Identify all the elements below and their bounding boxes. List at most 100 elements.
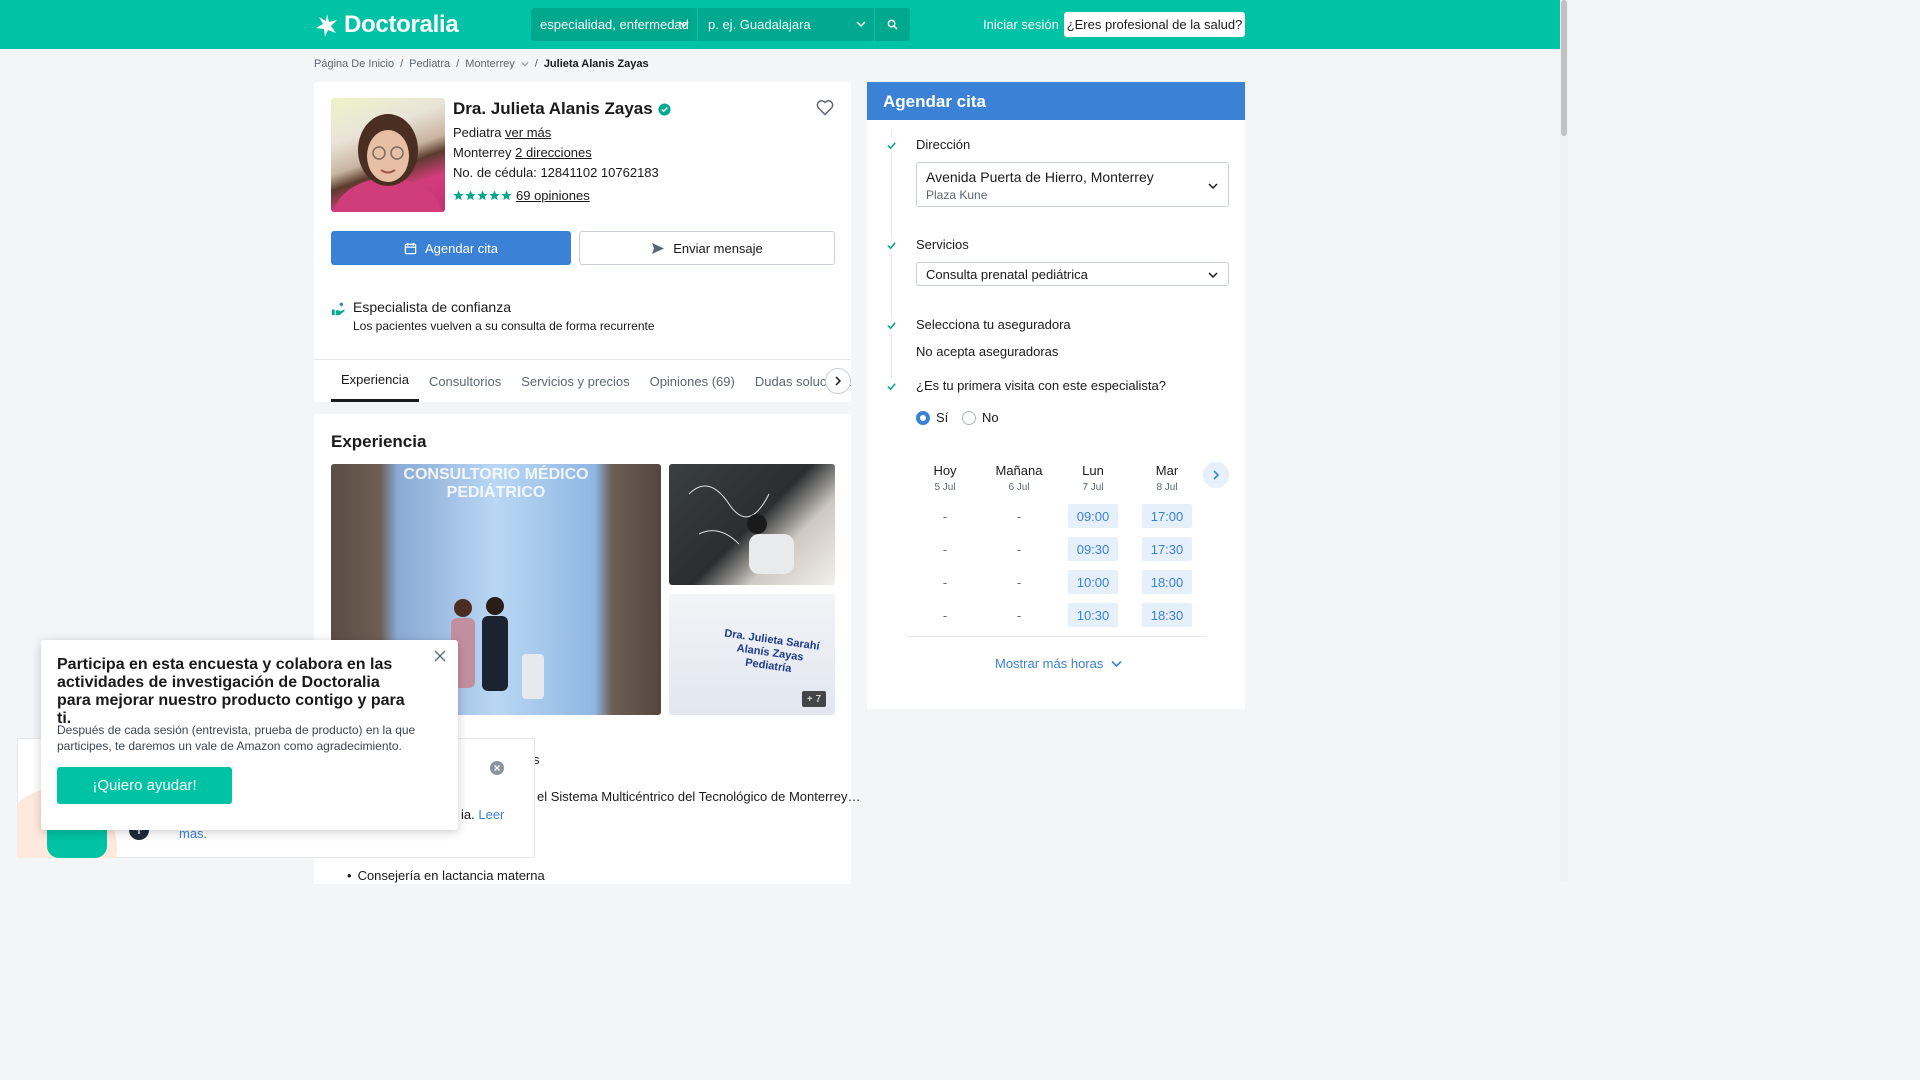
close-icon[interactable] xyxy=(490,761,504,778)
no-slot-placeholder: - xyxy=(942,541,948,557)
see-more-link[interactable]: ver más xyxy=(505,125,551,140)
chevron-right-icon xyxy=(835,376,842,386)
tab-services-prices[interactable]: Servicios y precios xyxy=(511,360,639,402)
survey-accept-button[interactable]: ¡Quiero ayudar! xyxy=(57,767,232,804)
radio-no-label: No xyxy=(982,410,999,425)
specialty-search-input[interactable]: especialidad, enfermedad xyxy=(531,8,697,41)
survey-popup: Participa en esta encuesta y colabora en… xyxy=(41,640,458,830)
show-more-hours-link[interactable]: Mostrar más horas xyxy=(995,656,1122,671)
office-sign-line-2: PEDIÁTRICO xyxy=(446,484,546,501)
tab-offices[interactable]: Consultorios xyxy=(419,360,511,402)
first-visit-no-radio[interactable]: No xyxy=(962,410,999,425)
chalkboard-photo-illustration xyxy=(688,485,794,574)
address-select[interactable]: Avenida Puerta de Hierro, Monterrey Plaz… xyxy=(916,162,1229,207)
breadcrumb: Página De Inicio / Pediatra / Monterrey / … xyxy=(314,58,649,70)
chat-promo-fragment: ia. xyxy=(461,807,475,822)
star-icon xyxy=(477,190,488,201)
calendar-next-button[interactable] xyxy=(1203,462,1229,488)
time-slot-button[interactable]: 10:30 xyxy=(1068,603,1118,627)
tabs-scroll-right-button[interactable] xyxy=(825,368,851,394)
specialty-line: Pediatra ver más xyxy=(453,125,551,140)
time-slot-button[interactable]: 18:30 xyxy=(1142,603,1192,627)
time-slot-button[interactable]: 09:30 xyxy=(1068,537,1118,561)
reviews-link[interactable]: 69 opiniones xyxy=(516,188,590,203)
time-slot-button[interactable]: 10:00 xyxy=(1068,570,1118,594)
show-more-hours-label: Mostrar más horas xyxy=(995,656,1104,671)
specialty-placeholder: especialidad, enfermedad xyxy=(540,17,689,32)
booking-panel-title: Agendar cita xyxy=(867,82,1245,120)
step-check-icon xyxy=(884,379,899,394)
scrollbar-thumb[interactable] xyxy=(1561,0,1567,136)
list-item-text: Consejería en lactancia materna xyxy=(357,868,545,883)
star-icon xyxy=(465,190,476,201)
calendar-day-name: Lun xyxy=(1082,463,1104,478)
location-placeholder: p. ej. Guadalajara xyxy=(708,17,811,32)
calendar-day-date: 5 Jul xyxy=(934,482,956,493)
star-icon xyxy=(489,190,500,201)
book-button-label: Agendar cita xyxy=(425,240,498,256)
more-photos-badge[interactable]: + 7 xyxy=(802,691,826,707)
star-icon xyxy=(501,190,512,201)
rating-row[interactable]: 69 opiniones xyxy=(453,188,590,203)
location-line: Monterrey 2 direcciones xyxy=(453,145,592,160)
service-select[interactable]: Consulta prenatal pediátrica xyxy=(916,262,1229,286)
chevron-down-icon[interactable] xyxy=(521,60,529,68)
chevron-down-icon xyxy=(856,21,866,28)
first-visit-yes-radio[interactable]: Sí xyxy=(916,410,948,425)
tab-reviews[interactable]: Opiniones (69) xyxy=(640,360,745,402)
calendar-fade-divider xyxy=(907,636,1207,644)
bullet-dot: • xyxy=(347,868,352,883)
chevron-right-icon xyxy=(1213,470,1220,480)
favorite-heart-icon[interactable] xyxy=(816,99,834,119)
no-slot-placeholder: - xyxy=(1016,574,1022,590)
address-label: Dirección xyxy=(916,137,971,152)
chevron-down-icon xyxy=(1111,660,1122,667)
tab-experience[interactable]: Experiencia xyxy=(331,360,419,402)
time-slot-button[interactable]: 17:30 xyxy=(1142,537,1192,561)
step-check-icon xyxy=(884,238,899,253)
time-slot-button[interactable]: 17:00 xyxy=(1142,504,1192,528)
addresses-link[interactable]: 2 direcciones xyxy=(515,145,592,160)
star-icon xyxy=(453,190,464,201)
chevron-down-icon xyxy=(679,21,689,28)
time-slot-button[interactable]: 09:00 xyxy=(1068,504,1118,528)
step-check-icon xyxy=(884,138,899,153)
insurance-label: Selecciona tu aseguradora xyxy=(916,317,1071,332)
doctor-photo[interactable] xyxy=(331,98,445,212)
service-selected: Consulta prenatal pediátrica xyxy=(926,267,1088,282)
message-button-label: Enviar mensaje xyxy=(673,240,763,256)
no-slot-placeholder: - xyxy=(942,508,948,524)
breadcrumb-separator: / xyxy=(534,58,538,70)
professional-cta-button[interactable]: ¿Eres profesional de la salud? xyxy=(1064,12,1245,37)
doctoralia-star-icon xyxy=(316,14,337,37)
calendar-day-name: Hoy xyxy=(933,463,957,478)
doctoralia-logo[interactable]: Doctoralia xyxy=(314,11,459,39)
no-slot-placeholder: - xyxy=(1016,541,1022,557)
no-slot-placeholder: - xyxy=(1016,508,1022,524)
chevron-down-icon xyxy=(1208,272,1218,279)
city-text: Monterrey xyxy=(453,145,512,160)
booking-steps-line xyxy=(891,130,892,390)
services-label: Servicios xyxy=(916,237,969,252)
search-icon xyxy=(887,19,898,30)
breadcrumb-home[interactable]: Página De Inicio xyxy=(314,58,394,70)
breadcrumb-city[interactable]: Monterrey xyxy=(465,58,515,70)
book-appointment-button[interactable]: Agendar cita xyxy=(331,231,571,265)
office-photo-kids-drawing[interactable] xyxy=(669,464,835,585)
doctor-portrait-illustration xyxy=(333,114,443,212)
no-slot-placeholder: - xyxy=(1016,607,1022,623)
search-button[interactable] xyxy=(875,8,910,41)
send-message-button[interactable]: Enviar mensaje xyxy=(579,231,835,265)
breadcrumb-separator: / xyxy=(456,58,460,70)
experience-heading: Experiencia xyxy=(331,432,427,451)
specialty-text: Pediatra xyxy=(453,125,502,140)
time-slot-button[interactable]: 18:00 xyxy=(1142,570,1192,594)
close-icon[interactable] xyxy=(434,650,446,665)
trust-badge-subtitle: Los pacientes vuelven a su consulta de f… xyxy=(353,319,655,333)
location-search-input[interactable]: p. ej. Guadalajara xyxy=(698,8,874,41)
login-link[interactable]: Iniciar sesión xyxy=(983,17,1059,32)
survey-body: Después de cada sesión (entrevista, prue… xyxy=(57,723,416,753)
calendar-day-name: Mañana xyxy=(995,463,1043,478)
breadcrumb-specialty[interactable]: Pediatra xyxy=(409,58,450,70)
calendar-day-name: Mar xyxy=(1155,463,1179,478)
